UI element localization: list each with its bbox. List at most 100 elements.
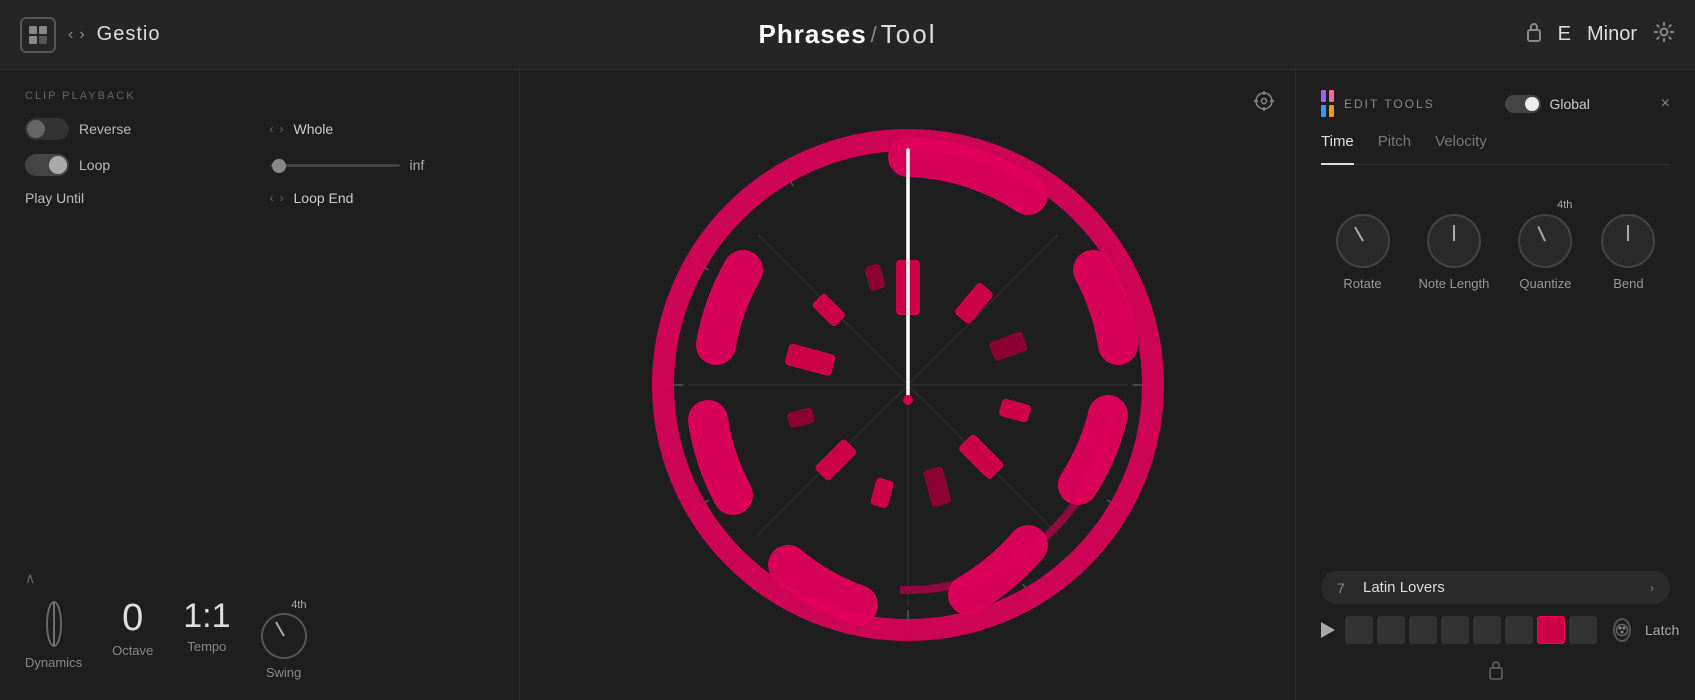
- clip-playback-label: CLIP PLAYBACK: [25, 90, 494, 102]
- whole-value: Whole: [294, 121, 334, 137]
- bottom-row: Dynamics 0 Octave 1:1 Tempo 4th: [25, 599, 494, 680]
- center-panel: [520, 70, 1295, 700]
- lock-icon[interactable]: [1526, 22, 1542, 47]
- swing-label: Swing: [266, 665, 301, 680]
- preset-selector[interactable]: 7 Latin Lovers ›: [1321, 571, 1670, 604]
- right-panel: EDIT TOOLS Global × Time Pitch Velocity: [1295, 70, 1695, 700]
- tool-title: Tool: [881, 19, 937, 50]
- header-center: Phrases / Tool: [758, 19, 936, 50]
- latch-label: Latch: [1645, 622, 1679, 638]
- octave-label: Octave: [112, 643, 153, 658]
- step-btn-6[interactable]: [1505, 616, 1533, 644]
- global-toggle-pill[interactable]: [1505, 95, 1541, 113]
- quantize-knob-item: 4th Quantize: [1518, 199, 1572, 291]
- note-length-knob-item: Note Length: [1419, 214, 1490, 291]
- play-button[interactable]: [1321, 616, 1335, 644]
- play-until-label: Play Until: [25, 190, 84, 206]
- bend-knob[interactable]: [1601, 214, 1655, 268]
- swing-container: 4th: [261, 599, 307, 659]
- rotate-knob-item: Rotate: [1336, 214, 1390, 291]
- app-icon[interactable]: [20, 17, 56, 53]
- global-label: Global: [1549, 96, 1589, 112]
- left-panel: CLIP PLAYBACK Reverse ‹ › Whole Loop: [0, 70, 520, 700]
- play-until-row: Play Until: [25, 190, 250, 206]
- loop-count-value: inf: [410, 157, 425, 173]
- gear-icon[interactable]: [1653, 21, 1675, 49]
- step-btn-2[interactable]: [1377, 616, 1405, 644]
- edit-tools-left: EDIT TOOLS: [1321, 90, 1435, 117]
- loop-end-row: ‹ › Loop End: [270, 190, 495, 206]
- whole-arrows: ‹ ›: [270, 122, 284, 136]
- header-right: E Minor: [1526, 21, 1675, 49]
- header-left: ‹ › Gestio: [20, 17, 160, 53]
- crosshair-icon[interactable]: [1253, 90, 1275, 117]
- note-length-label: Note Length: [1419, 276, 1490, 291]
- tempo-label: Tempo: [187, 639, 226, 654]
- chevron-up[interactable]: ∧: [25, 570, 494, 587]
- step-btn-5[interactable]: [1473, 616, 1501, 644]
- whole-right-arrow[interactable]: ›: [280, 122, 284, 136]
- tab-velocity[interactable]: Velocity: [1435, 133, 1487, 156]
- nav-forward[interactable]: ›: [79, 26, 84, 44]
- palette-icon[interactable]: [1613, 618, 1631, 642]
- edit-tools-header: EDIT TOOLS Global ×: [1321, 90, 1670, 117]
- loop-end-right-arrow[interactable]: ›: [280, 191, 284, 205]
- note-length-knob[interactable]: [1427, 214, 1481, 268]
- loop-row: Loop: [25, 154, 250, 176]
- dynamics-label: Dynamics: [25, 655, 82, 670]
- quantize-top-label: 4th: [1518, 199, 1572, 211]
- swing-item: 4th Swing: [261, 599, 307, 680]
- header: ‹ › Gestio Phrases / Tool E Minor: [0, 0, 1695, 70]
- loop-toggle[interactable]: [25, 154, 69, 176]
- quantize-knob[interactable]: [1518, 214, 1572, 268]
- scale-label[interactable]: Minor: [1587, 23, 1637, 46]
- step-btn-1[interactable]: [1345, 616, 1373, 644]
- tempo-item: 1:1 Tempo: [183, 599, 230, 654]
- nav-back[interactable]: ‹: [68, 26, 73, 44]
- knobs-row: Rotate Note Length 4th Quantize: [1321, 189, 1670, 291]
- tabs-row: Time Pitch Velocity: [1321, 133, 1670, 165]
- lock-bottom[interactable]: [1321, 660, 1670, 680]
- title-slash: /: [871, 22, 877, 48]
- main: CLIP PLAYBACK Reverse ‹ › Whole Loop: [0, 70, 1695, 700]
- quantize-label: Quantize: [1519, 276, 1571, 291]
- loop-end-arrows: ‹ ›: [270, 191, 284, 205]
- reverse-toggle[interactable]: [25, 118, 69, 140]
- loop-end-value: Loop End: [294, 190, 354, 206]
- step-btn-4[interactable]: [1441, 616, 1469, 644]
- close-button[interactable]: ×: [1661, 95, 1670, 113]
- swing-knob[interactable]: [261, 613, 307, 659]
- tab-pitch[interactable]: Pitch: [1378, 133, 1411, 156]
- slider-row: inf: [270, 154, 495, 176]
- nav-arrows: ‹ ›: [68, 26, 85, 44]
- octave-value: 0: [122, 599, 143, 637]
- bend-label: Bend: [1613, 276, 1643, 291]
- app-title: Gestio: [97, 23, 161, 46]
- step-buttons: [1345, 616, 1597, 644]
- step-btn-7[interactable]: [1537, 616, 1565, 644]
- dynamics-item: Dynamics: [25, 599, 82, 670]
- bend-knob-item: Bend: [1601, 214, 1655, 291]
- tab-time[interactable]: Time: [1321, 133, 1354, 165]
- tempo-value: 1:1: [183, 599, 230, 633]
- global-toggle: Global: [1505, 95, 1589, 113]
- loop-end-left-arrow[interactable]: ‹: [270, 191, 274, 205]
- rotate-knob[interactable]: [1336, 214, 1390, 268]
- phrases-title: Phrases: [758, 19, 866, 50]
- whole-left-arrow[interactable]: ‹: [270, 122, 274, 136]
- controls-grid: Reverse ‹ › Whole Loop inf: [25, 118, 494, 206]
- rotate-label: Rotate: [1343, 276, 1381, 291]
- preset-arrow-icon: ›: [1650, 581, 1654, 595]
- swing-fourth-label: 4th: [261, 599, 307, 611]
- step-btn-8[interactable]: [1569, 616, 1597, 644]
- key-label[interactable]: E: [1558, 23, 1571, 46]
- preset-number: 7: [1337, 580, 1353, 596]
- grid-icon: [1321, 90, 1334, 117]
- loop-count-slider[interactable]: [270, 164, 400, 167]
- preset-row: 7 Latin Lovers ›: [1321, 571, 1670, 680]
- bottom-controls: ∧ Dynamics 0 Octave: [25, 560, 494, 680]
- step-btn-3[interactable]: [1409, 616, 1437, 644]
- reverse-label: Reverse: [79, 121, 131, 137]
- reverse-row: Reverse: [25, 118, 250, 140]
- circle-visualizer: [628, 105, 1188, 665]
